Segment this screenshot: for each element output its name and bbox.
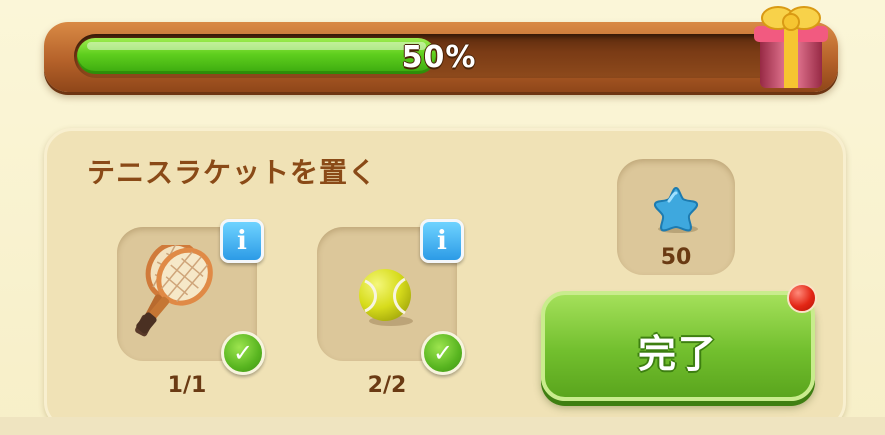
bottom-strip — [0, 417, 885, 435]
complete-button-label: 完了 — [637, 332, 718, 376]
item-count-ball: 2/2 — [367, 373, 407, 398]
task-panel: テニスラケットを置く i ✓ 1/1 i ✓ 2/2 50 完了 — [44, 128, 846, 430]
info-button-rackets[interactable]: i — [220, 219, 264, 263]
gift-box-icon[interactable] — [748, 0, 834, 92]
info-button-ball[interactable]: i — [420, 219, 464, 263]
check-icon: ✓ — [421, 331, 465, 375]
check-icon: ✓ — [221, 331, 265, 375]
progress-track: 50% — [74, 34, 804, 78]
blue-star-icon — [653, 186, 699, 233]
tennis-ball-icon — [359, 269, 413, 326]
notification-dot — [787, 283, 817, 313]
progress-percent: 50% — [401, 40, 477, 75]
complete-button[interactable]: 完了 — [541, 291, 815, 401]
task-title: テニスラケットを置く — [87, 156, 378, 189]
progress-bar: 50% — [44, 22, 838, 92]
item-count-rackets: 1/1 — [167, 373, 207, 398]
reward-amount: 50 — [660, 245, 692, 270]
